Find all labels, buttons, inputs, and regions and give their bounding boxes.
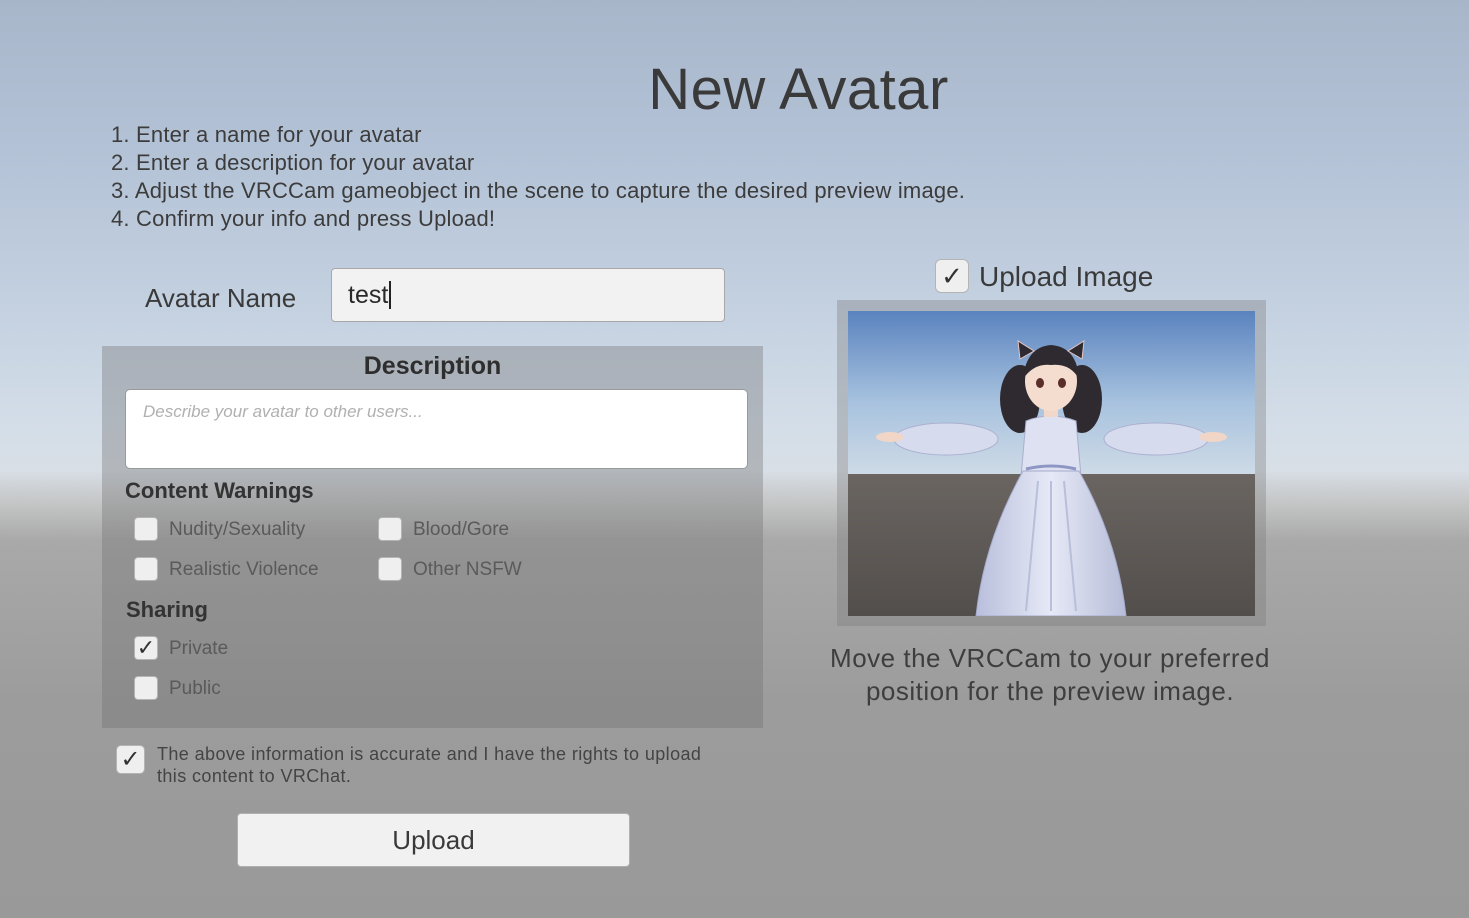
page-title: New Avatar [648,57,949,122]
sharing-label: Sharing [126,597,208,622]
upload-button[interactable]: Upload [237,813,630,867]
private-checkbox[interactable]: ✓ [134,636,158,660]
instruction-step: 1. Enter a name for your avatar [111,122,422,147]
content-warnings-label: Content Warnings [125,478,314,503]
blood-gore-label: Blood/Gore [413,519,510,540]
accept-rights-text: The above information is accurate and I … [157,744,702,786]
other-nsfw-label: Other NSFW [413,559,522,580]
public-checkbox[interactable] [134,676,158,700]
description-input[interactable]: Describe your avatar to other users... [125,389,748,469]
accept-rights-checkbox[interactable]: ✓ [116,745,145,774]
upload-image-checkbox[interactable]: ✓ [935,259,969,293]
nudity-sexuality-label: Nudity/Sexuality [169,519,306,540]
upload-image-label: Upload Image [979,261,1154,292]
avatar-preview-image [848,311,1255,616]
other-nsfw-checkbox[interactable] [378,557,402,581]
realistic-violence-checkbox[interactable] [134,557,158,581]
instruction-step: 2. Enter a description for your avatar [111,150,475,175]
instruction-step: 3. Adjust the VRCCam gameobject in the s… [111,178,966,203]
instructions-list: 1. Enter a name for your avatar 2. Enter… [111,121,965,233]
check-icon: ✓ [136,635,156,660]
avatar-name-value: test [348,280,389,309]
private-label: Private [169,638,229,659]
nudity-sexuality-checkbox[interactable] [134,517,158,541]
preview-caption: Move the VRCCam to your preferred positi… [830,643,1270,706]
public-label: Public [169,678,221,699]
avatar-name-label: Avatar Name [145,283,297,313]
avatar-name-input[interactable]: test [331,268,725,322]
check-icon: ✓ [941,261,963,291]
instruction-step: 4. Confirm your info and press Upload! [111,206,496,231]
blood-gore-checkbox[interactable] [378,517,402,541]
text-caret [389,281,392,309]
description-placeholder: Describe your avatar to other users... [143,402,423,421]
description-title: Description [363,352,502,380]
check-icon: ✓ [120,745,141,773]
realistic-violence-label: Realistic Violence [169,559,319,580]
